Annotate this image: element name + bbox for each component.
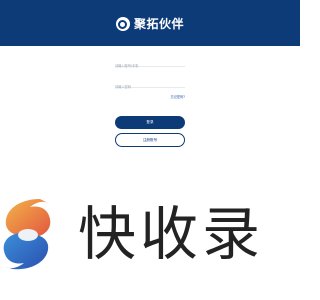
brand-logo-icon xyxy=(115,17,130,31)
login-button[interactable]: 登录 xyxy=(115,116,185,129)
watermark: 快收录 xyxy=(0,190,300,280)
brand: 聚拓伙伴 xyxy=(0,14,300,34)
login-page: 聚拓伙伴 忘记密码? 登录 注册账号 xyxy=(0,0,300,300)
password-field-wrapper xyxy=(115,73,185,93)
brand-name: 聚拓伙伴 xyxy=(133,17,184,31)
s-swirl-logo-icon xyxy=(3,199,51,270)
account-input[interactable] xyxy=(115,60,185,72)
forgot-password-link[interactable]: 忘记密码? xyxy=(115,94,185,100)
top-header: 聚拓伙伴 xyxy=(0,0,300,46)
account-field-wrapper xyxy=(115,52,185,72)
register-button[interactable]: 注册账号 xyxy=(115,133,185,147)
watermark-text: 快收录 xyxy=(78,200,265,268)
password-input[interactable] xyxy=(115,81,185,93)
login-form: 忘记密码? 登录 注册账号 xyxy=(115,52,185,147)
